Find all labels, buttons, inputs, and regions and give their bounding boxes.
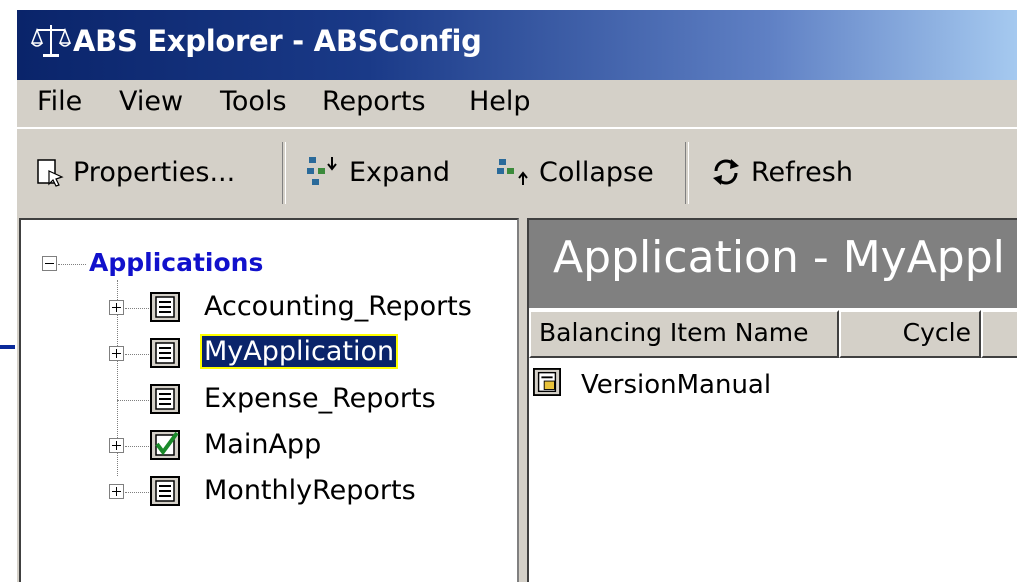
application-icon: [150, 384, 180, 414]
tree-connector: [58, 264, 86, 265]
expand-node-icon[interactable]: [109, 484, 124, 499]
refresh-button[interactable]: Refresh: [709, 143, 853, 201]
application-icon: [150, 338, 180, 368]
column-header-cycle[interactable]: Cycle: [839, 310, 981, 358]
menu-tools[interactable]: Tools: [220, 86, 287, 117]
toolbar-separator: [282, 142, 286, 204]
menu-view[interactable]: View: [119, 86, 183, 117]
list-item-label: VersionManual: [581, 370, 772, 400]
toolbar-separator: [685, 142, 689, 204]
tree-connector: [117, 400, 149, 401]
tree-item-expense-reports[interactable]: Expense_Reports: [204, 383, 436, 414]
tree-connector: [125, 308, 149, 309]
title-bar[interactable]: ABS Explorer - ABSConfig: [17, 10, 1017, 80]
refresh-icon: [713, 159, 739, 185]
collapse-tree-icon: [497, 159, 528, 185]
collapse-root-icon[interactable]: [42, 256, 57, 271]
detail-title: Application - MyAppl: [553, 232, 1005, 283]
tree-root-applications[interactable]: Applications: [89, 248, 263, 277]
expand-node-icon[interactable]: [109, 300, 124, 315]
toolbar: Properties... Expand Collapse Refresh: [17, 127, 1017, 215]
menu-help[interactable]: Help: [469, 86, 531, 117]
application-icon: [150, 476, 180, 506]
main-window: ABS Explorer - ABSConfig File View Tools…: [15, 8, 1017, 582]
refresh-label: Refresh: [751, 156, 853, 188]
properties-icon: [37, 159, 64, 187]
expand-button[interactable]: Expand: [305, 143, 450, 201]
expand-node-icon[interactable]: [109, 346, 124, 361]
checked-application-icon: [150, 430, 180, 460]
scales-icon: [31, 25, 71, 57]
tree-pane[interactable]: Applications Accounting_Reports MyApplic…: [19, 218, 519, 582]
detail-header: Application - MyAppl: [529, 220, 1017, 308]
tree-item-monthlyreports[interactable]: MonthlyReports: [204, 475, 416, 506]
tree-item-accounting-reports[interactable]: Accounting_Reports: [204, 291, 472, 322]
application-icon: [150, 292, 180, 322]
tree-connector: [125, 492, 149, 493]
expand-node-icon[interactable]: [109, 438, 124, 453]
tree-connector: [125, 446, 149, 447]
expand-label: Expand: [349, 156, 450, 188]
tree-item-mainapp[interactable]: MainApp: [204, 429, 321, 460]
tree-connector: [125, 354, 149, 355]
column-header-extra[interactable]: [981, 310, 1017, 358]
collapse-label: Collapse: [539, 156, 654, 188]
detail-pane: Application - MyAppl Balancing Item Name…: [527, 218, 1017, 582]
properties-label: Properties...: [73, 156, 236, 188]
application-tree: Applications Accounting_Reports MyApplic…: [21, 220, 517, 582]
properties-button[interactable]: Properties...: [35, 143, 235, 201]
balancing-item-icon: [533, 368, 561, 396]
menu-reports[interactable]: Reports: [322, 86, 426, 117]
tree-item-myapplication[interactable]: MyApplication: [199, 334, 399, 369]
window-title: ABS Explorer - ABSConfig: [73, 24, 482, 58]
expand-tree-icon: [307, 157, 337, 185]
column-header-balancing-item-name[interactable]: Balancing Item Name: [529, 310, 839, 358]
collapse-button[interactable]: Collapse: [495, 143, 654, 201]
menu-file[interactable]: File: [37, 86, 82, 117]
menu-bar: File View Tools Reports Help: [17, 80, 1017, 126]
